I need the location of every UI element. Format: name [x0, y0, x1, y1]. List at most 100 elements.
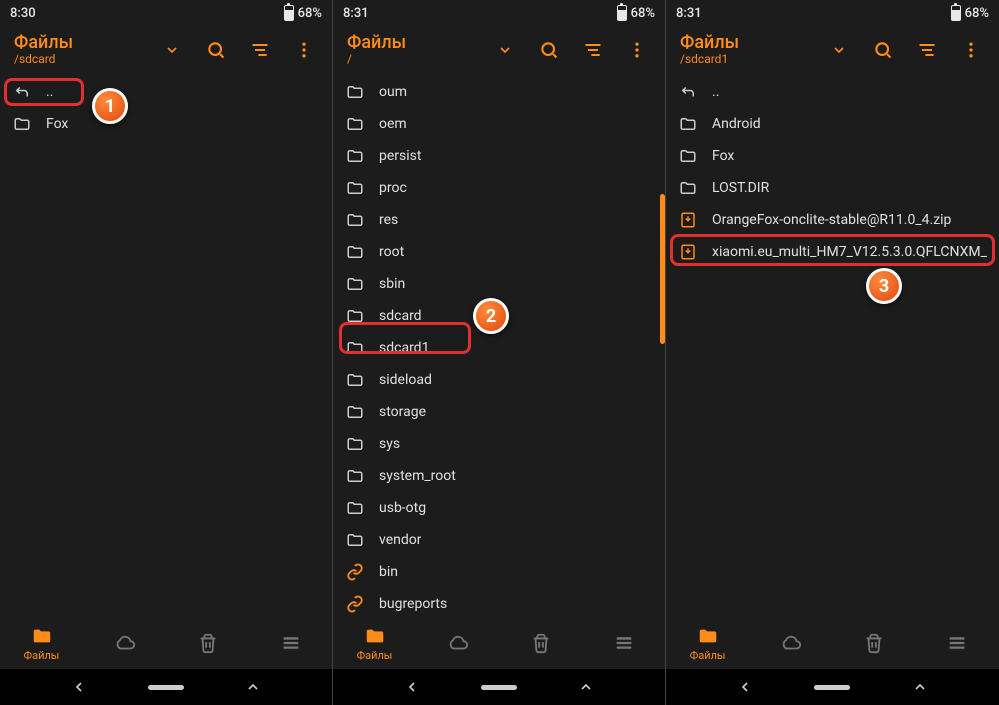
dropdown-icon[interactable] — [487, 32, 523, 68]
tab-menu[interactable] — [916, 632, 999, 654]
android-nav-bar — [333, 669, 665, 705]
file-name: proc — [379, 180, 407, 196]
file-row[interactable]: OrangeFox-onclite-stable@R11.0_4.zip — [666, 204, 999, 236]
tab-files[interactable]: Файлы — [666, 625, 749, 662]
sort-icon[interactable] — [909, 32, 945, 68]
search-icon[interactable] — [865, 32, 901, 68]
up-icon — [678, 82, 698, 102]
header-title: Файлы — [347, 33, 479, 54]
bottom-tabs: Файлы — [666, 617, 999, 669]
file-row[interactable]: sdcard — [333, 300, 665, 332]
file-row[interactable]: .. — [0, 76, 332, 108]
file-row[interactable]: bin — [333, 556, 665, 588]
file-row[interactable]: sdcard1 — [333, 332, 665, 364]
tab-files[interactable]: Файлы — [333, 625, 416, 662]
file-name: vendor — [379, 532, 421, 548]
nav-back[interactable] — [71, 679, 87, 695]
more-icon[interactable] — [286, 32, 322, 68]
nav-home[interactable] — [481, 685, 517, 690]
file-name: usb-otg — [379, 500, 426, 516]
tab-menu[interactable] — [582, 632, 665, 654]
file-name: oum — [379, 84, 407, 100]
folder-icon — [678, 178, 698, 198]
tab-cloud[interactable] — [83, 632, 166, 654]
file-name: oem — [379, 116, 407, 132]
search-icon[interactable] — [531, 32, 567, 68]
app-header: Файлы/sdcard — [0, 26, 332, 74]
folder-icon — [345, 402, 365, 422]
tab-files-label: Файлы — [357, 649, 393, 662]
tab-trash[interactable] — [499, 632, 582, 654]
link-icon — [345, 562, 365, 582]
nav-recent[interactable] — [578, 679, 594, 695]
header-path: /sdcard1 — [680, 53, 813, 67]
header-titles: Файлы/sdcard — [14, 33, 146, 67]
sort-icon[interactable] — [242, 32, 278, 68]
nav-home[interactable] — [148, 685, 184, 690]
file-row[interactable]: sbin — [333, 268, 665, 300]
file-row[interactable]: sys — [333, 428, 665, 460]
file-row[interactable]: root — [333, 236, 665, 268]
scroll-indicator[interactable] — [660, 194, 665, 344]
nav-recent[interactable] — [912, 679, 928, 695]
file-row[interactable]: Fox — [0, 108, 332, 140]
file-row[interactable]: usb-otg — [333, 492, 665, 524]
file-row[interactable]: res — [333, 204, 665, 236]
file-name: system_root — [379, 468, 456, 484]
android-nav-bar — [0, 669, 332, 705]
more-icon[interactable] — [619, 32, 655, 68]
folder-icon — [12, 114, 32, 134]
status-time: 8:31 — [343, 6, 369, 21]
file-row[interactable]: sideload — [333, 364, 665, 396]
battery-percent: 68% — [965, 6, 989, 21]
file-row[interactable]: LOST.DIR — [666, 172, 999, 204]
file-name: OrangeFox-onclite-stable@R11.0_4.zip — [712, 212, 951, 228]
file-row[interactable]: proc — [333, 172, 665, 204]
tab-trash[interactable] — [166, 632, 249, 654]
file-row[interactable]: persist — [333, 140, 665, 172]
file-name: Fox — [46, 116, 68, 132]
file-list: .. Fox — [0, 74, 332, 617]
nav-recent[interactable] — [245, 679, 261, 695]
folder-icon — [345, 178, 365, 198]
dropdown-icon[interactable] — [154, 32, 190, 68]
tab-trash[interactable] — [833, 632, 916, 654]
folder-icon — [345, 530, 365, 550]
file-name: Fox — [712, 148, 734, 164]
nav-home[interactable] — [814, 685, 850, 690]
nav-back[interactable] — [737, 679, 753, 695]
more-icon[interactable] — [953, 32, 989, 68]
tab-cloud[interactable] — [416, 632, 499, 654]
tab-files-label: Файлы — [690, 649, 726, 662]
tab-cloud[interactable] — [749, 632, 832, 654]
file-row[interactable]: Fox — [666, 140, 999, 172]
battery-icon — [284, 5, 294, 21]
search-icon[interactable] — [198, 32, 234, 68]
folder-icon — [345, 210, 365, 230]
file-row[interactable]: .. — [666, 76, 999, 108]
bottom-tabs: Файлы — [333, 617, 665, 669]
folder-icon — [345, 434, 365, 454]
file-row[interactable]: Android — [666, 108, 999, 140]
folder-icon — [345, 114, 365, 134]
file-row[interactable]: bugreports — [333, 588, 665, 617]
folder-icon — [678, 114, 698, 134]
file-row[interactable]: storage — [333, 396, 665, 428]
file-row[interactable]: vendor — [333, 524, 665, 556]
file-name: res — [379, 212, 398, 228]
dropdown-icon[interactable] — [821, 32, 857, 68]
sort-icon[interactable] — [575, 32, 611, 68]
app-header: Файлы/sdcard1 — [666, 26, 999, 74]
file-row[interactable]: oum — [333, 76, 665, 108]
header-title: Файлы — [680, 33, 813, 54]
header-title: Файлы — [14, 33, 146, 54]
file-row[interactable]: system_root — [333, 460, 665, 492]
tab-menu[interactable] — [249, 632, 332, 654]
phone-panel-3: 8:3168%Файлы/sdcard1..AndroidFoxLOST.DIR… — [666, 0, 999, 705]
battery-icon — [617, 5, 627, 21]
file-row[interactable]: xiaomi.eu_multi_HM7_V12.5.3.0.QFLCNXM_v1… — [666, 236, 999, 268]
file-row[interactable]: oem — [333, 108, 665, 140]
nav-back[interactable] — [404, 679, 420, 695]
tab-files[interactable]: Файлы — [0, 625, 83, 662]
phone-panel-2: 8:3168%Файлы/oumoempersistprocresrootsbi… — [333, 0, 666, 705]
